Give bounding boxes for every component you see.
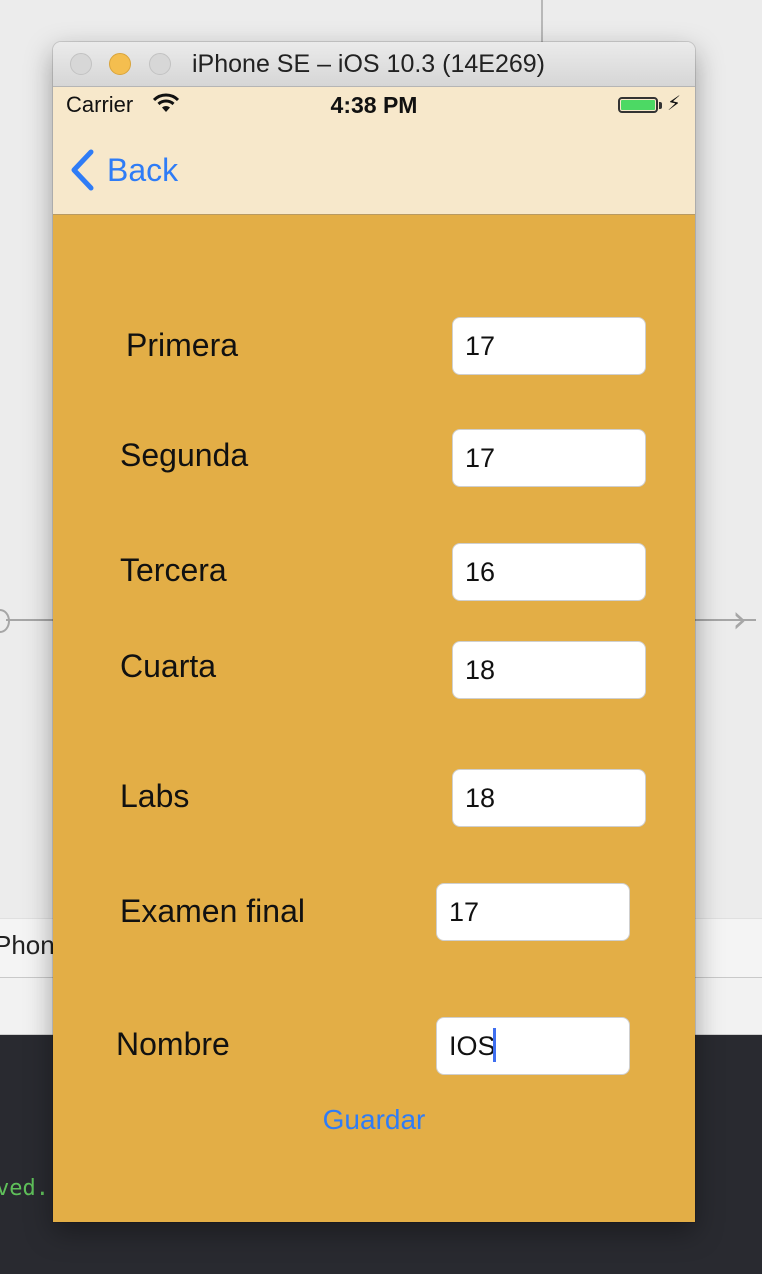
battery-nub (659, 102, 662, 109)
label-nombre: Nombre (116, 1026, 230, 1062)
device-screen: Carrier 4:38 PM ⚡ Back Primera Segunda (53, 87, 695, 1222)
segue-connector-top (541, 0, 543, 42)
nombre-input[interactable] (436, 1017, 630, 1075)
label-tercera: Tercera (120, 552, 227, 588)
primera-input[interactable] (452, 317, 646, 375)
cuarta-input[interactable] (452, 641, 646, 699)
close-window-button[interactable] (70, 53, 92, 75)
window-title: iPhone SE – iOS 10.3 (14E269) (192, 50, 546, 78)
label-cuarta: Cuarta (120, 648, 217, 684)
navigation-bar: Carrier 4:38 PM ⚡ Back (53, 87, 695, 215)
window-titlebar[interactable]: iPhone SE – iOS 10.3 (14E269) (53, 42, 695, 87)
label-labs: Labs (120, 778, 190, 814)
tercera-input[interactable] (452, 543, 646, 601)
zoom-window-button[interactable] (149, 53, 171, 75)
back-button-label: Back (107, 151, 179, 188)
label-examen-final: Examen final (120, 893, 305, 929)
chevron-left-icon (71, 149, 94, 191)
text-caret (493, 1028, 496, 1062)
battery-level-fill (621, 100, 655, 110)
label-segunda: Segunda (120, 437, 249, 473)
guardar-button[interactable]: Guardar (53, 1104, 695, 1136)
label-primera: Primera (126, 327, 239, 363)
simulator-window: iPhone SE – iOS 10.3 (14E269) Carrier 4:… (53, 42, 695, 1222)
examen-final-input[interactable] (436, 883, 630, 941)
segunda-input[interactable] (452, 429, 646, 487)
minimize-window-button[interactable] (109, 53, 131, 75)
charging-bolt-icon: ⚡ (667, 91, 682, 115)
status-time: 4:38 PM (330, 92, 418, 118)
console-output: ved. (0, 1176, 49, 1201)
segue-arrow-icon: › (732, 597, 748, 641)
segue-line-left (6, 619, 54, 621)
labs-input[interactable] (452, 769, 646, 827)
battery-icon (618, 97, 658, 113)
back-button[interactable]: Back (67, 147, 178, 193)
